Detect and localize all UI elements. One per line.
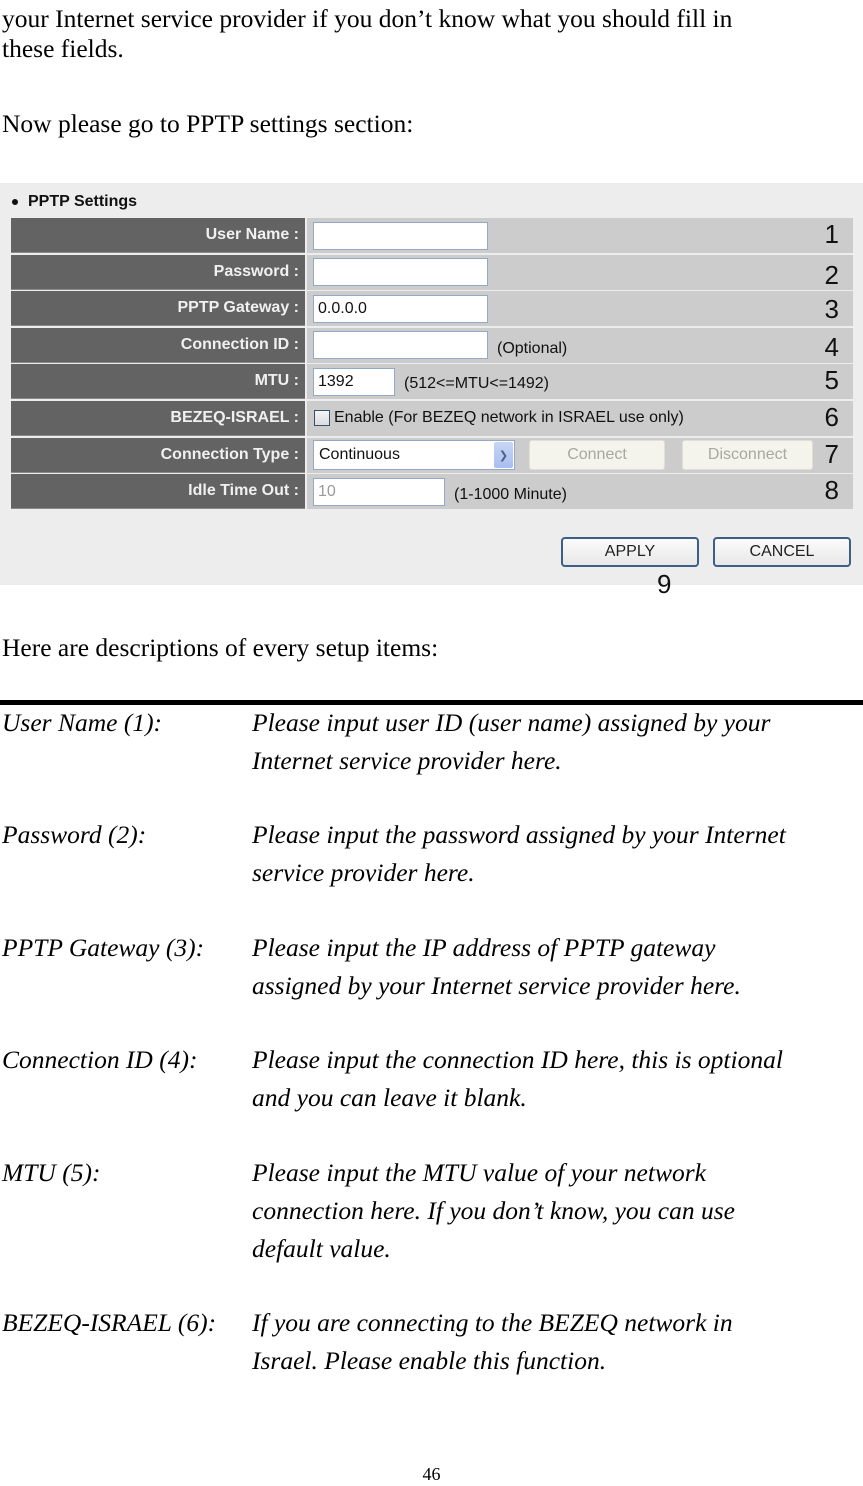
- description-definition: If you are connecting to the BEZEQ netwo…: [252, 1304, 863, 1380]
- row-password: Password : 2: [11, 254, 853, 290]
- definition-line: Israel. Please enable this function.: [252, 1346, 607, 1375]
- description-term: MTU (5):: [2, 1158, 101, 1187]
- callout-marker: 3: [824, 294, 839, 325]
- row-field: (1-1000 Minute) 8: [307, 474, 853, 510]
- pptp-gateway-input[interactable]: [313, 294, 488, 323]
- description-definition: Please input user ID (user name) assigne…: [252, 704, 863, 780]
- row-label: Password :: [11, 254, 305, 290]
- definition-line: If you are connecting to the BEZEQ netwo…: [252, 1308, 733, 1337]
- row-idle-time-out: Idle Time Out : (1-1000 Minute) 8: [11, 474, 853, 510]
- row-field: Enable (For BEZEQ network in ISRAEL use …: [307, 400, 853, 436]
- user-name-input[interactable]: [313, 221, 488, 250]
- row-field: 1: [307, 218, 853, 253]
- definition-line: connection here. If you don’t know, you …: [252, 1196, 735, 1225]
- row-label: BEZEQ-ISRAEL :: [11, 400, 305, 436]
- descriptions-intro: Here are descriptions of every setup ite…: [2, 633, 439, 662]
- definition-line: service provider here.: [252, 858, 475, 887]
- definition-line: Please input the connection ID here, thi…: [252, 1045, 783, 1074]
- description-term: Password (2):: [2, 820, 147, 849]
- row-field: Continuous ❯ Connect Disconnect 7: [307, 437, 853, 473]
- chevron-down-icon[interactable]: ❯: [494, 442, 513, 469]
- connection-id-input[interactable]: [313, 331, 488, 360]
- callout-marker: 5: [824, 365, 839, 396]
- definition-line: default value.: [252, 1234, 391, 1263]
- definition-line: Internet service provider here.: [252, 746, 562, 775]
- mtu-range-hint: (512<=MTU<=1492): [404, 374, 549, 392]
- callout-marker-9: 9: [657, 569, 672, 599]
- row-field: 2: [307, 254, 853, 290]
- settings-rows: User Name : 1 Password : 2 PPTP Gateway …: [11, 218, 853, 511]
- description-term: Connection ID (4):: [2, 1045, 198, 1074]
- row-label: Idle Time Out :: [11, 474, 305, 510]
- row-connection-type: Connection Type : Continuous ❯ Connect D…: [11, 437, 853, 473]
- row-label: Connection ID :: [11, 327, 305, 363]
- row-user-name: User Name : 1: [11, 218, 853, 253]
- row-field: (Optional) 4: [307, 327, 853, 363]
- pptp-settings-panel: PPTP Settings User Name : 1 Password : 2…: [0, 183, 863, 585]
- definition-line: assigned by your Internet service provid…: [252, 971, 741, 1000]
- description-definition: Please input the password assigned by yo…: [252, 816, 863, 892]
- optional-hint: (Optional): [497, 340, 568, 358]
- row-bezeq-israel: BEZEQ-ISRAEL : Enable (For BEZEQ network…: [11, 400, 853, 436]
- bullet-icon: [12, 199, 18, 205]
- panel-title-text: PPTP Settings: [28, 193, 138, 210]
- page-number: 46: [422, 1464, 441, 1484]
- row-field: (512<=MTU<=1492) 5: [307, 364, 853, 400]
- row-label: MTU :: [11, 364, 305, 400]
- callout-marker: 1: [824, 219, 839, 249]
- callout-marker: 4: [824, 331, 839, 362]
- row-label: Connection Type :: [11, 437, 305, 473]
- connection-type-select[interactable]: Continuous ❯: [313, 440, 515, 471]
- definition-line: and you can leave it blank.: [252, 1083, 527, 1112]
- description-term: BEZEQ-ISRAEL (6):: [2, 1308, 217, 1337]
- description-definition: Please input the connection ID here, thi…: [252, 1041, 863, 1117]
- definition-line: Please input the MTU value of your netwo…: [252, 1158, 706, 1187]
- row-label: User Name :: [11, 218, 305, 253]
- description-definition: Please input the MTU value of your netwo…: [252, 1154, 863, 1268]
- idle-range-hint: (1-1000 Minute): [454, 485, 567, 503]
- description-term: User Name (1):: [2, 708, 163, 737]
- callout-marker: 7: [824, 438, 839, 469]
- intro-line-2: these fields.: [2, 34, 124, 63]
- apply-button[interactable]: APPLY: [561, 537, 699, 567]
- password-input[interactable]: [313, 258, 488, 287]
- row-mtu: MTU : (512<=MTU<=1492) 5: [11, 364, 853, 400]
- connect-button[interactable]: Connect: [529, 440, 665, 471]
- row-connection-id: Connection ID : (Optional) 4: [11, 327, 853, 363]
- bezeq-enable-label: Enable (For BEZEQ network in ISRAEL use …: [334, 409, 684, 427]
- row-field: 3: [307, 291, 853, 327]
- intro-goto: Now please go to PPTP settings section:: [2, 109, 414, 138]
- definition-line: Please input the IP address of PPTP gate…: [252, 933, 716, 962]
- definition-line: Please input the password assigned by yo…: [252, 820, 786, 849]
- disconnect-button[interactable]: Disconnect: [682, 440, 813, 471]
- description-definition: Please input the IP address of PPTP gate…: [252, 929, 863, 1005]
- bezeq-enable-checkbox[interactable]: [314, 410, 330, 427]
- description-term: PPTP Gateway (3):: [2, 933, 205, 962]
- row-label: PPTP Gateway :: [11, 291, 305, 327]
- mtu-input[interactable]: [313, 367, 395, 396]
- callout-marker: 2: [824, 259, 839, 290]
- callout-marker: 6: [824, 401, 839, 432]
- row-pptp-gateway: PPTP Gateway : 3: [11, 291, 853, 327]
- definition-line: Please input user ID (user name) assigne…: [252, 708, 771, 737]
- connection-type-selected: Continuous: [319, 446, 400, 464]
- idle-time-out-input[interactable]: [313, 477, 445, 506]
- cancel-button[interactable]: CANCEL: [713, 537, 851, 567]
- callout-marker: 8: [824, 475, 839, 506]
- panel-title: PPTP Settings: [12, 193, 137, 211]
